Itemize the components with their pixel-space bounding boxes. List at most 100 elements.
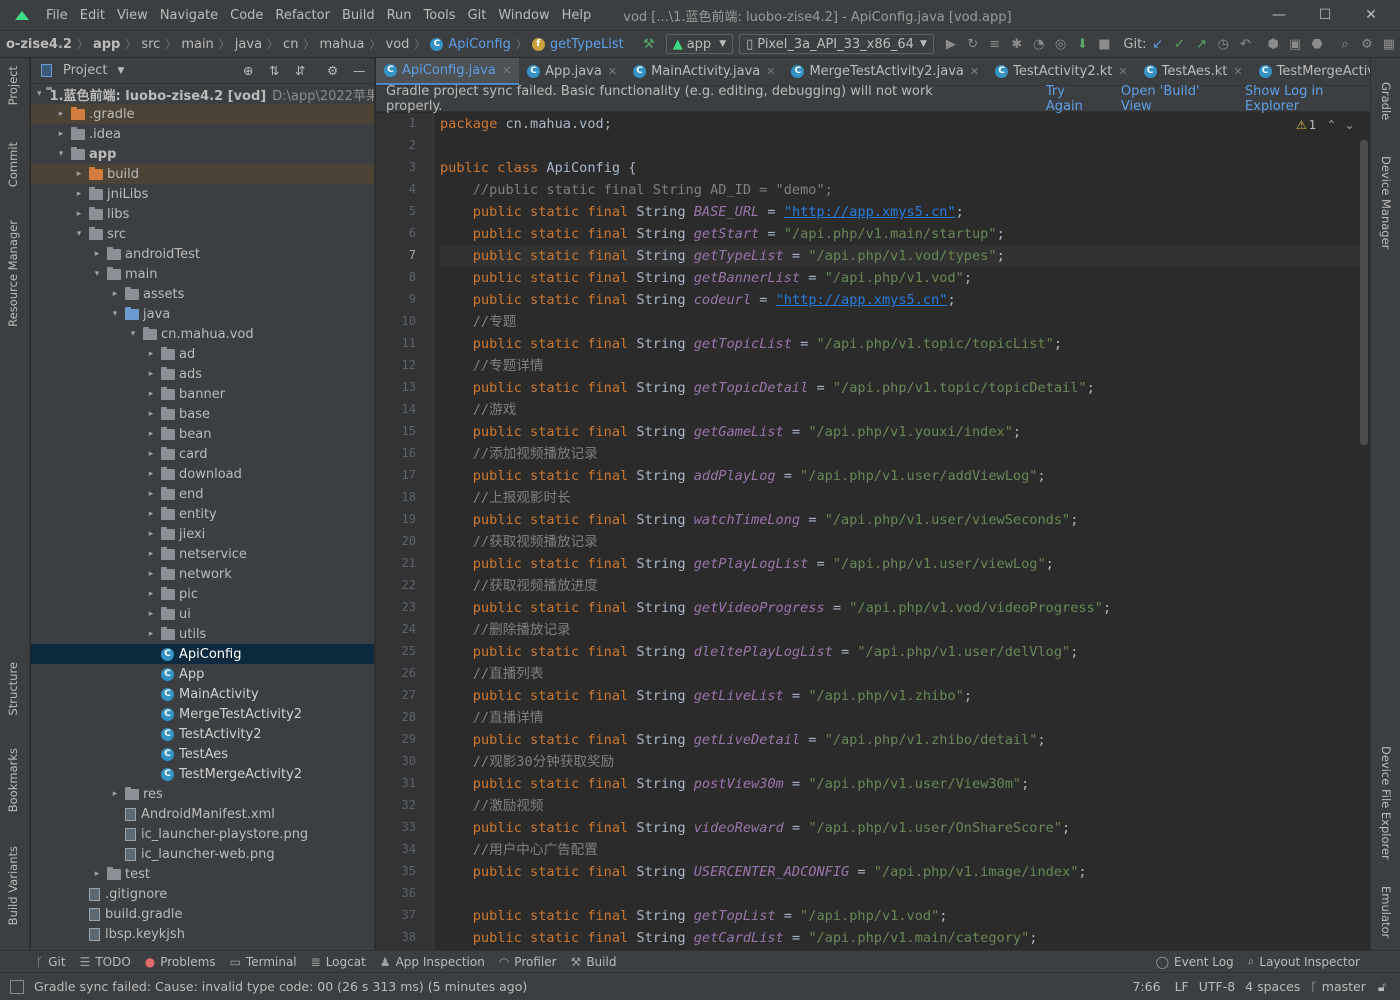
apply-changes-icon[interactable]: ≡: [984, 33, 1006, 55]
close-tab-icon[interactable]: ✕: [608, 65, 617, 78]
tree-item[interactable]: .gitignore: [31, 884, 374, 904]
chevron-right-icon[interactable]: ▸: [145, 469, 157, 479]
chevron-right-icon[interactable]: ▸: [73, 209, 85, 219]
tool-layout-inspector[interactable]: ⌕ Layout Inspector: [1248, 954, 1360, 969]
sdk-manager-icon[interactable]: ⬢: [1262, 33, 1284, 55]
lock-icon[interactable]: 🔓︎: [1378, 979, 1386, 995]
minimize-button[interactable]: —: [1256, 0, 1302, 30]
tool-tab-gradle[interactable]: Gradle: [1379, 82, 1393, 120]
chevron-right-icon[interactable]: ▸: [145, 609, 157, 619]
search-icon[interactable]: ⌕: [1334, 33, 1356, 55]
chevron-down-icon[interactable]: ▾: [37, 89, 42, 99]
expand-all-icon[interactable]: ⇅: [269, 63, 279, 78]
tree-item[interactable]: ▸ jiexi: [31, 524, 374, 544]
tree-item[interactable]: ▸ network: [31, 564, 374, 584]
attach-debugger-icon[interactable]: ◎: [1050, 33, 1072, 55]
tree-item[interactable]: ▸ jniLibs: [31, 184, 374, 204]
close-tab-icon[interactable]: ✕: [970, 65, 979, 78]
chevron-right-icon[interactable]: ▸: [145, 429, 157, 439]
chevron-up-icon[interactable]: ⌃: [1326, 118, 1336, 132]
tool-todo[interactable]: ☰ TODO: [80, 955, 131, 969]
tree-item[interactable]: ▾ cn.mahua.vod: [31, 324, 374, 344]
tool-tab-resource-manager[interactable]: Resource Manager: [6, 220, 20, 327]
editor-tab[interactable]: C MainActivity.java ✕: [625, 58, 783, 85]
tree-item[interactable]: ▸ end: [31, 484, 374, 504]
close-tab-icon[interactable]: ✕: [1233, 65, 1242, 78]
tree-item[interactable]: ▸ card: [31, 444, 374, 464]
chevron-right-icon[interactable]: ▸: [91, 249, 103, 259]
close-tab-icon[interactable]: ✕: [502, 64, 511, 77]
git-update-icon[interactable]: ↙: [1147, 33, 1169, 55]
crumb-cn[interactable]: cn: [283, 37, 298, 52]
git-push-icon[interactable]: ↗: [1190, 33, 1212, 55]
editor-tab[interactable]: C ApiConfig.java ✕: [376, 58, 520, 85]
tree-item[interactable]: ▸ download: [31, 464, 374, 484]
tool-problems[interactable]: ● Problems: [145, 955, 216, 969]
tool-event-log[interactable]: ◯ Event Log: [1156, 955, 1234, 969]
menu-navigate[interactable]: Navigate: [154, 8, 224, 23]
tree-item[interactable]: ▾ main: [31, 264, 374, 284]
tool-logcat[interactable]: ≣ Logcat: [311, 955, 366, 969]
tool-profiler[interactable]: ◠ Profiler: [499, 955, 557, 969]
chevron-right-icon[interactable]: ▸: [55, 109, 67, 119]
chevron-right-icon[interactable]: ▸: [145, 589, 157, 599]
tree-item[interactable]: C TestActivity2: [31, 724, 374, 744]
tree-item[interactable]: ic_launcher-web.png: [31, 844, 374, 864]
tool-tab-device-manager[interactable]: Device Manager: [1379, 156, 1393, 249]
tool-tab-bookmarks[interactable]: Bookmarks: [6, 748, 20, 812]
chevron-down-icon[interactable]: ⌄: [1344, 118, 1354, 132]
close-tab-icon[interactable]: ✕: [1118, 65, 1127, 78]
hide-panel-icon[interactable]: —: [353, 63, 366, 78]
chevron-down-icon[interactable]: ▾: [91, 269, 103, 279]
tree-item[interactable]: ▸ ui: [31, 604, 374, 624]
line-separator[interactable]: LF: [1175, 979, 1189, 994]
chevron-right-icon[interactable]: ▸: [145, 629, 157, 639]
collapse-all-icon[interactable]: ⇵: [295, 63, 305, 78]
menu-view[interactable]: View: [111, 8, 154, 23]
tree-item[interactable]: ▸ ad: [31, 344, 374, 364]
gear-icon[interactable]: ⚙: [1356, 33, 1378, 55]
device-manager-icon[interactable]: ▣: [1284, 33, 1306, 55]
tree-item[interactable]: ▸ build: [31, 164, 374, 184]
close-window-button[interactable]: ✕: [1348, 0, 1394, 30]
chevron-right-icon[interactable]: ▸: [109, 289, 121, 299]
editor-tab[interactable]: CTestMergeActivity✕: [1251, 58, 1370, 85]
chevron-right-icon[interactable]: ▸: [55, 129, 67, 139]
chevron-down-icon[interactable]: ▾: [55, 149, 67, 159]
tool-build[interactable]: ⚒ Build: [571, 955, 617, 969]
history-icon[interactable]: ◷: [1212, 33, 1234, 55]
tool-terminal[interactable]: ▭ Terminal: [230, 955, 297, 969]
project-view-select[interactable]: Project: [63, 63, 107, 78]
close-tab-icon[interactable]: ✕: [766, 65, 775, 78]
tree-item[interactable]: ▸ banner: [31, 384, 374, 404]
tree-item[interactable]: build.gradle: [31, 904, 374, 924]
chevron-down-icon[interactable]: ▾: [73, 229, 85, 239]
toggle-tool-windows-icon[interactable]: [10, 979, 24, 994]
crumb-mahua[interactable]: mahua: [319, 37, 364, 52]
device-select[interactable]: ▯ Pixel_3a_API_33_x86_64 ▼: [739, 34, 934, 54]
tool-tab-device-file-explorer[interactable]: Device File Explorer: [1379, 746, 1393, 860]
chevron-right-icon[interactable]: ▸: [145, 349, 157, 359]
maximize-button[interactable]: ☐: [1302, 0, 1348, 30]
menu-help[interactable]: Help: [556, 8, 598, 23]
tree-item[interactable]: lbsp.keykjsh: [31, 924, 374, 944]
tree-item[interactable]: ▸ bean: [31, 424, 374, 444]
tree-item[interactable]: ▸ entity: [31, 504, 374, 524]
tool-git[interactable]: ᚴ Git: [36, 955, 66, 969]
rollback-icon[interactable]: ↶: [1234, 33, 1256, 55]
crumb-main[interactable]: main: [181, 37, 213, 52]
tree-item[interactable]: ▸ utils: [31, 624, 374, 644]
chevron-right-icon[interactable]: ▸: [73, 189, 85, 199]
tree-item[interactable]: C MergeTestActivity2: [31, 704, 374, 724]
editor-tab[interactable]: C TestActivity2.kt ✕: [987, 58, 1135, 85]
tree-item[interactable]: ic_launcher-playstore.png: [31, 824, 374, 844]
tree-item[interactable]: C TestAes: [31, 744, 374, 764]
tree-item[interactable]: ▸ netservice: [31, 544, 374, 564]
crumb-project[interactable]: o-zise4.2: [6, 37, 72, 52]
git-commit-icon[interactable]: ✓: [1169, 33, 1191, 55]
chevron-down-icon[interactable]: ▾: [127, 329, 139, 339]
tree-item[interactable]: ▾ src: [31, 224, 374, 244]
chevron-right-icon[interactable]: ▸: [145, 409, 157, 419]
chevron-right-icon[interactable]: ▸: [109, 789, 121, 799]
show-log-link[interactable]: Show Log in Explorer: [1245, 84, 1370, 114]
